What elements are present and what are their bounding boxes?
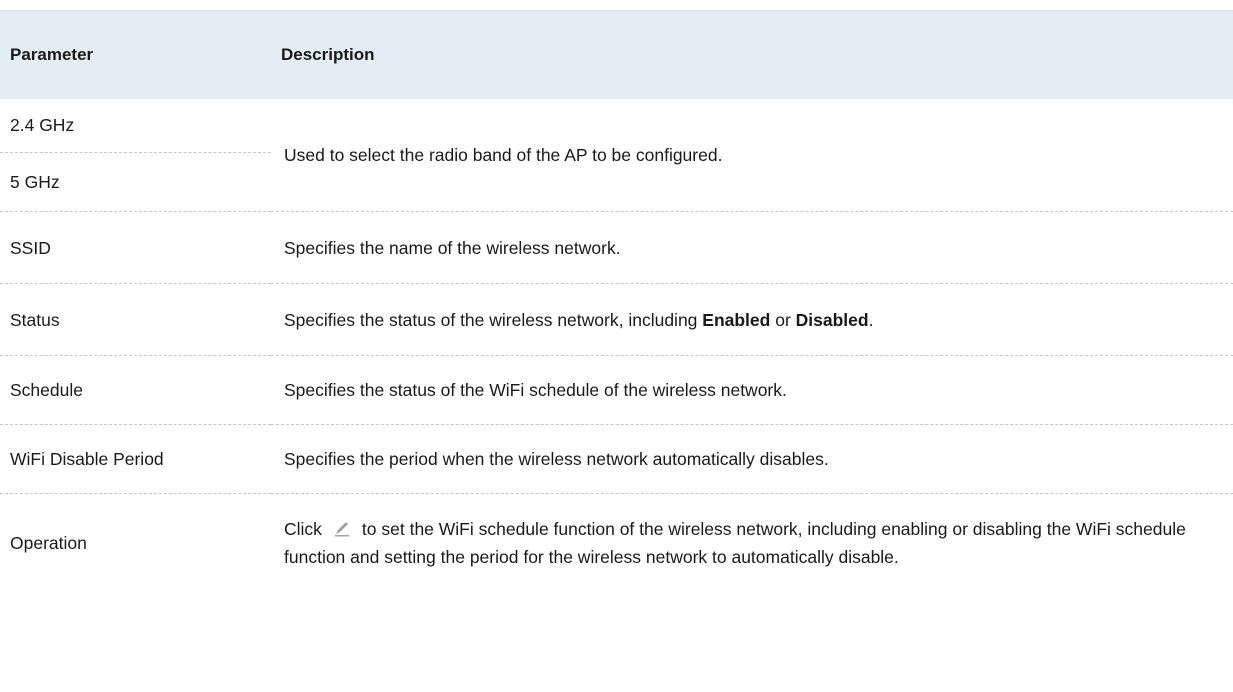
desc-schedule: Specifies the status of the WiFi schedul… [271, 355, 1233, 425]
param-wifi-disable-period: WiFi Disable Period [0, 424, 271, 494]
param-band-24: 2.4 GHz [0, 98, 271, 153]
header-parameter: Parameter [0, 10, 271, 99]
header-description: Description [271, 10, 1233, 99]
desc-operation-text: to set the WiFi schedule function of the… [284, 519, 1186, 568]
enabled-term: Enabled [702, 309, 771, 330]
param-schedule: Schedule [0, 355, 271, 425]
table-row: Status Specifies the status of the wirel… [0, 283, 1233, 356]
desc-ssid: Specifies the name of the wireless netwo… [271, 211, 1233, 284]
desc-band: Used to select the radio band of the AP … [271, 98, 1233, 212]
table-row: SSID Specifies the name of the wireless … [0, 211, 1233, 284]
or-text: or [770, 309, 796, 330]
edit-pencil-icon [328, 517, 356, 537]
param-ssid: SSID [0, 211, 271, 284]
desc-wifi-disable-period: Specifies the period when the wireless n… [271, 424, 1233, 494]
desc-operation: Click to set the WiFi schedule function o… [271, 494, 1233, 593]
table-row: WiFi Disable Period Specifies the period… [0, 424, 1233, 494]
param-band-5: 5 GHz [0, 152, 271, 212]
disabled-term: Disabled [795, 309, 869, 330]
desc-status-text: Specifies the status of the wireless net… [284, 309, 703, 330]
period-text: . [868, 309, 874, 330]
table-header-row: Parameter Description [0, 10, 1233, 99]
table-row: 2.4 GHz Used to select the radio band of… [0, 98, 1233, 212]
param-operation: Operation [10, 533, 87, 554]
table-row: Operation Click to set the WiFi schedule … [0, 494, 1233, 593]
desc-status: Specifies the status of the wireless net… [271, 283, 1233, 356]
table-row: Schedule Specifies the status of the WiF… [0, 355, 1233, 425]
param-status: Status [0, 283, 271, 356]
click-text: Click [284, 519, 322, 540]
parameter-table: Parameter Description 2.4 GHz Used to se… [0, 10, 1233, 593]
